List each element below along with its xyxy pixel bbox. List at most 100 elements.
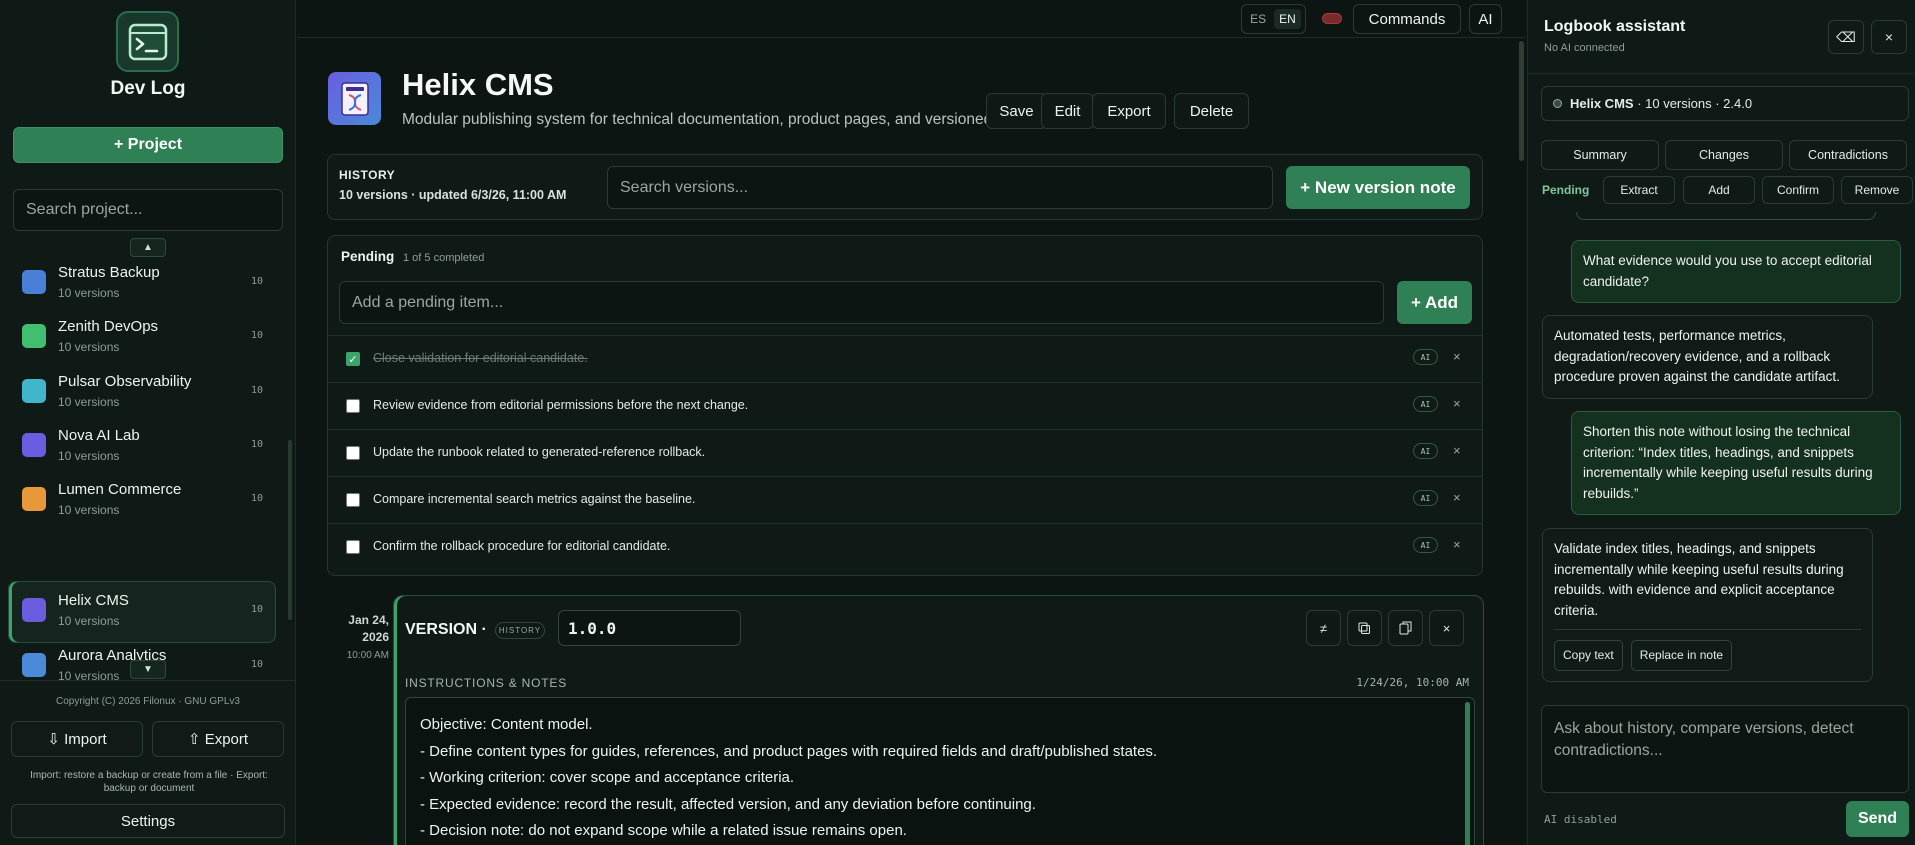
assistant-message: Validate index titles, headings, and sni… (1542, 528, 1873, 682)
context-selector[interactable]: Helix CMS · 10 versions · 2.4.0 (1541, 86, 1909, 121)
previous-message-edge (1576, 212, 1876, 220)
settings-button[interactable]: Settings (11, 804, 285, 838)
main-content: Helix CMS Modular publishing system for … (297, 39, 1526, 845)
notes-scrollbar[interactable] (1465, 702, 1470, 845)
history-bar: HISTORY 10 versions · updated 6/3/26, 11… (327, 154, 1483, 220)
new-project-button[interactable]: + Project (13, 127, 283, 163)
pending-item-input[interactable] (339, 281, 1384, 324)
version-number-input[interactable] (558, 610, 741, 646)
sidebar-scrollbar[interactable] (288, 440, 292, 620)
notes-editor[interactable]: Objective: Content model. - Define conte… (405, 697, 1475, 845)
remove-pending-icon[interactable]: × (1453, 349, 1461, 364)
ai-toggle-button[interactable]: AI (1469, 4, 1502, 34)
project-item-helix-cms[interactable]: Helix CMS 10 versions 10 (8, 581, 276, 643)
commands-button[interactable]: Commands (1353, 4, 1461, 34)
project-search-input[interactable] (13, 189, 283, 231)
ai-badge[interactable]: AI (1413, 537, 1438, 553)
scroll-up-button[interactable]: ▲ (130, 238, 166, 257)
project-logo-icon (328, 72, 381, 125)
version-time: 10:00 AM (346, 650, 389, 661)
edit-button[interactable]: Edit (1041, 93, 1094, 129)
replace-in-note-button[interactable]: Replace in note (1630, 640, 1733, 671)
scroll-down-button[interactable]: ▼ (130, 660, 166, 679)
pending-checkbox[interactable] (346, 493, 360, 507)
remove-pending-icon[interactable]: × (1453, 490, 1461, 505)
compare-icon[interactable]: ≠ (1306, 610, 1341, 646)
export-button[interactable]: Export (1092, 93, 1166, 129)
project-versions: 10 versions (58, 669, 120, 680)
project-count: 10 (250, 439, 263, 450)
project-icon (22, 379, 46, 403)
user-message: What evidence would you use to accept ed… (1571, 240, 1901, 303)
project-icon (22, 324, 46, 348)
project-item-zenith-devops[interactable]: Zenith DevOps 10 versions 10 (8, 307, 276, 369)
ai-status-text: AI disabled (1544, 813, 1617, 826)
context-project-name: Helix CMS (1570, 96, 1634, 111)
copy-icon[interactable] (1347, 610, 1382, 646)
project-versions: 10 versions (58, 286, 120, 300)
ai-badge[interactable]: AI (1413, 490, 1438, 506)
confirm-button[interactable]: Confirm (1762, 176, 1834, 204)
close-icon[interactable]: × (1429, 610, 1464, 646)
lang-en-option[interactable]: EN (1274, 9, 1301, 29)
import-export-help: Import: restore a backup or create from … (30, 770, 268, 794)
version-date-year: 2026 (362, 630, 389, 644)
tab-contradictions[interactable]: Contradictions (1789, 140, 1907, 170)
user-message: Shorten this note without losing the tec… (1571, 411, 1901, 515)
notes-line: - Decision note: do not expand scope whi… (420, 822, 907, 839)
project-icon (22, 653, 46, 677)
save-button[interactable]: Save (986, 93, 1047, 129)
pending-checkbox[interactable]: ✓ (346, 352, 360, 366)
copy-text-button[interactable]: Copy text (1554, 640, 1623, 671)
pending-row: ✓ Close validation for editorial candida… (328, 335, 1482, 382)
pending-text: Update the runbook related to generated-… (373, 445, 706, 459)
language-toggle[interactable]: ES EN (1241, 4, 1306, 34)
assistant-message-text: Validate index titles, headings, and sni… (1554, 541, 1844, 618)
ai-badge[interactable]: AI (1413, 396, 1438, 412)
project-item-lumen-commerce[interactable]: Lumen Commerce 10 versions 10 (8, 470, 276, 532)
assistant-message: Automated tests, performance metrics, de… (1542, 315, 1873, 399)
project-item-pulsar-observability[interactable]: Pulsar Observability 10 versions 10 (8, 362, 276, 424)
project-versions: 10 versions (58, 503, 120, 517)
new-version-note-button[interactable]: + New version note (1286, 166, 1470, 209)
project-count: 10 (250, 330, 263, 341)
pending-checkbox[interactable] (346, 446, 360, 460)
tab-summary[interactable]: Summary (1541, 140, 1659, 170)
tab-changes[interactable]: Changes (1665, 140, 1783, 170)
close-icon[interactable]: × (1871, 20, 1907, 54)
remove-pending-icon[interactable]: × (1453, 537, 1461, 552)
version-date-month-day: Jan 24, (348, 613, 389, 627)
delete-button[interactable]: Delete (1174, 93, 1249, 129)
sidebar: Dev Log + Project Stratus Backup 10 vers… (0, 0, 296, 845)
ai-badge[interactable]: AI (1413, 443, 1438, 459)
lang-es-option[interactable]: ES (1246, 9, 1270, 29)
duplicate-icon[interactable] (1388, 610, 1423, 646)
project-title: Helix CMS (402, 67, 554, 102)
ai-badge[interactable]: AI (1413, 349, 1438, 365)
search-versions-input[interactable] (607, 166, 1273, 209)
message-actions: Copy text Replace in note (1554, 629, 1861, 671)
project-icon (22, 487, 46, 511)
project-versions: 10 versions (58, 449, 120, 463)
project-item-stratus-backup[interactable]: Stratus Backup 10 versions 10 (8, 253, 276, 315)
add-button[interactable]: Add (1683, 176, 1755, 204)
version-label: VERSION · (405, 621, 487, 638)
assistant-input[interactable] (1541, 705, 1909, 793)
remove-pending-icon[interactable]: × (1453, 396, 1461, 411)
pending-checkbox[interactable] (346, 540, 360, 554)
version-card: VERSION · HISTORY ≠ × INSTRUCTIONS & NOT… (393, 595, 1484, 845)
import-button[interactable]: ⇩ Import (11, 721, 143, 757)
pending-count: 1 of 5 completed (403, 252, 485, 264)
copyright-text: Copyright (C) 2026 Filonux · GNU GPLv3 (56, 696, 240, 707)
remove-pending-icon[interactable]: × (1453, 443, 1461, 458)
remove-button[interactable]: Remove (1841, 176, 1913, 204)
add-pending-button[interactable]: + Add (1397, 281, 1472, 324)
project-item-nova-ai-lab[interactable]: Nova AI Lab 10 versions 10 (8, 416, 276, 478)
pending-checkbox[interactable] (346, 399, 360, 413)
send-button[interactable]: Send (1846, 801, 1909, 837)
extract-button[interactable]: Extract (1603, 176, 1675, 204)
project-name: Pulsar Observability (58, 373, 192, 390)
clear-chat-icon[interactable]: ⌫ (1828, 20, 1864, 54)
export-backup-button[interactable]: ⇧ Export (152, 721, 284, 757)
main-scrollbar[interactable] (1519, 41, 1524, 161)
